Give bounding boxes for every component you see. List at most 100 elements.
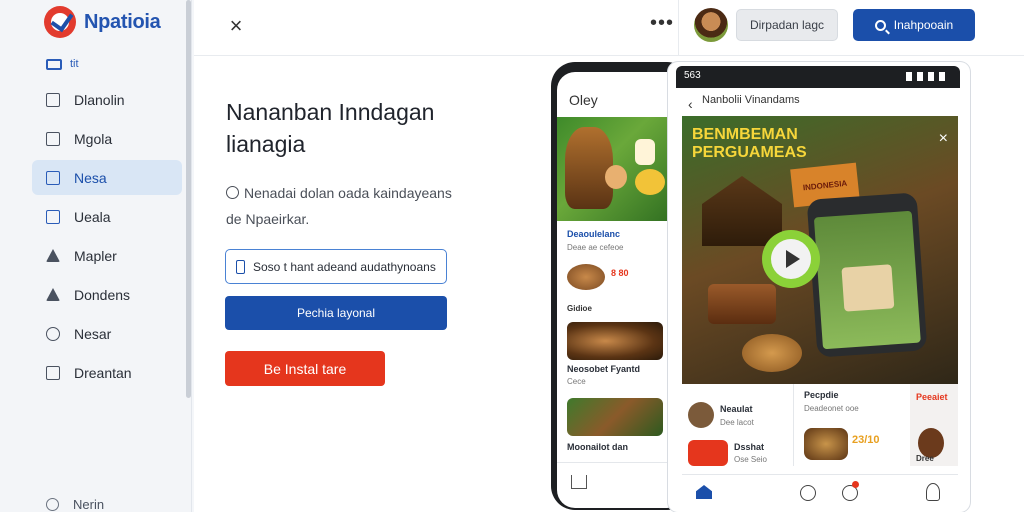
more-options-icon[interactable]: ••• <box>650 12 674 35</box>
food-plate-2 <box>742 334 802 372</box>
food-image-2 <box>567 322 663 360</box>
logo-icon <box>44 6 76 38</box>
info-icon <box>226 186 239 199</box>
play-icon <box>786 250 800 268</box>
roof-illustration <box>702 176 782 246</box>
sidebar-item-label: Nesar <box>74 325 112 342</box>
description-line-1: Nenadai dolan oada kaindayeans <box>244 185 452 201</box>
home-tab-icon[interactable] <box>696 485 712 499</box>
profile-tab-icon[interactable] <box>926 483 940 501</box>
topbar-divider <box>678 0 679 56</box>
card-a-title: Neaulat <box>720 404 753 414</box>
phone-screen-left: Oley Deaoulelanc Deae ae cefeoe 8 80 Gid… <box>557 72 685 508</box>
sidebar-item-6[interactable]: Dondens <box>32 277 182 312</box>
house-icon <box>46 288 60 301</box>
sidebar-item-label: Dreantan <box>74 364 132 381</box>
card-a-avatar <box>688 402 714 428</box>
search-icon <box>46 326 60 341</box>
price-label: 8 80 <box>611 268 629 278</box>
phone-mockup-right: 563 ‹ Nanbolii Vinandams BENMBEMAN PERGU… <box>668 62 970 512</box>
card-3-title: Moonailot dan <box>567 442 628 452</box>
carousel-card-right[interactable]: Peeaiet Dree <box>910 384 958 466</box>
right-title: Peeaiet <box>916 392 948 402</box>
card-1-sub: Deae ae cefeoe <box>567 243 624 252</box>
hero-food-image <box>557 117 685 221</box>
avatar[interactable] <box>694 8 728 42</box>
user-icon <box>46 249 60 262</box>
back-icon[interactable]: ‹ <box>688 96 693 112</box>
home-icon <box>46 209 60 224</box>
screen-title: Nanbolii Vinandams <box>702 94 800 106</box>
page-title: Nananban Inndagan lianagia <box>226 99 435 157</box>
card-b-sub: Ose Seio <box>734 455 767 464</box>
top-bar: × ••• Dirpadan lagc Inahpooain <box>194 0 1024 56</box>
sidebar-item-2[interactable]: Mgola <box>32 121 182 156</box>
sidebar-item-7[interactable]: Nesar <box>32 316 182 351</box>
sidebar-bottom-item[interactable]: Nerin <box>46 497 104 512</box>
card-a-sub: Dee lacot <box>720 418 754 427</box>
home-icon[interactable] <box>571 475 587 489</box>
phone-left-tabbar <box>557 462 685 508</box>
promo-banner[interactable]: BENMBEMAN PERGUAMEAS INDONESIA × <box>682 116 958 384</box>
main-panel: × ••• Dirpadan lagc Inahpooain Nananban … <box>194 0 1024 512</box>
sidebar-scrollbar[interactable] <box>186 0 191 398</box>
bottom-tab-bar <box>682 474 958 512</box>
sidebar-item-label: Dondens <box>74 286 131 303</box>
banner-close-icon[interactable]: × <box>939 130 948 148</box>
phone-number-input[interactable]: Soso t hant adeand audathynoans <box>225 249 447 284</box>
calendar-icon <box>46 131 60 146</box>
primary-action-button[interactable]: Pechia layonal <box>225 296 447 330</box>
app-logo[interactable]: Npatioia <box>44 6 161 38</box>
signal-icons <box>906 72 950 81</box>
card-b-thumb <box>688 440 728 466</box>
play-button[interactable] <box>762 230 820 288</box>
banner-line-1: BENMBEMAN <box>692 126 798 143</box>
food-plate-1 <box>708 284 776 324</box>
app-name: Npatioia <box>84 10 161 33</box>
sidebar-item-5[interactable]: Mapler <box>32 238 182 273</box>
status-bar: 563 <box>676 66 960 88</box>
sidebar-item-4[interactable]: Ueala <box>32 199 182 234</box>
phone-left-header: Oley <box>569 92 598 108</box>
mid-price: 23/10 <box>852 434 880 446</box>
sidebar-item-label: Mgola <box>74 130 113 147</box>
description-line-2: de Npaeirkar. <box>226 211 310 227</box>
inner-phone-image <box>806 192 928 358</box>
install-button[interactable]: Be Instal tare <box>225 351 385 386</box>
carousel-card-mid[interactable]: Pecpdie Deadeonet ooe 23/10 <box>800 384 904 466</box>
carousel-card-a[interactable]: Neaulat Dee lacot <box>682 384 794 466</box>
folder-icon <box>46 365 60 380</box>
row-2-label: Gidioe <box>567 304 592 313</box>
sidebar-item-label: Nesa <box>74 169 107 186</box>
sidebar-item-3[interactable]: Nesa <box>32 160 182 195</box>
page-description: Nenadai dolan oada kaindayeans de Npaeir… <box>226 180 476 232</box>
panel-icon <box>46 58 62 70</box>
card-b-title: Dsshat <box>734 442 765 452</box>
food-image-3 <box>567 398 663 436</box>
mid-sub: Deadeonet ooe <box>804 404 859 413</box>
search-button-label: Inahpooain <box>893 18 954 32</box>
food-thumb-1 <box>567 264 605 290</box>
sidebar-bottom-label: Nerin <box>73 497 105 512</box>
mid-title: Pecpdie <box>804 390 839 400</box>
mid-thumb <box>804 428 848 460</box>
sidebar-item-8[interactable]: Dreantan <box>32 355 182 390</box>
chat-tab-icon[interactable] <box>800 485 816 501</box>
notification-badge <box>852 481 859 488</box>
search-icon <box>874 19 886 31</box>
sidebar-item-label: Mapler <box>74 247 117 264</box>
phone-icon <box>236 259 245 274</box>
card-2-title: Neosobet Fyantd <box>567 364 641 374</box>
document-icon <box>46 92 60 107</box>
right-sub: Dree <box>916 454 934 463</box>
search-button[interactable]: Inahpooain <box>853 9 975 41</box>
sidebar-nav: Dlanolin Mgola Nesa Ueala Mapler Dondens… <box>32 82 182 394</box>
input-value: Soso t hant adeand audathynoans <box>253 259 436 274</box>
sidebar-item-label: Dlanolin <box>74 91 125 108</box>
help-icon <box>46 498 59 511</box>
close-icon[interactable]: × <box>224 14 248 38</box>
sidebar-toggle[interactable]: tit <box>46 58 79 70</box>
card-2-sub: Cece <box>567 377 586 386</box>
sidebar-item-1[interactable]: Dlanolin <box>32 82 182 117</box>
secondary-action-button[interactable]: Dirpadan lagc <box>736 9 838 41</box>
